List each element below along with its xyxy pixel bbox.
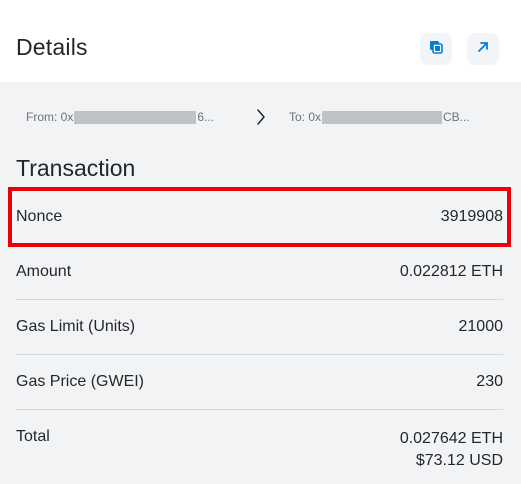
- details-body: From: 0x 6... To: 0x CB... Transaction N…: [0, 82, 521, 484]
- arrow-up-right-icon: [476, 40, 490, 59]
- total-label: Total: [16, 428, 50, 445]
- from-suffix: 6...: [197, 110, 215, 124]
- from-prefix: From: 0x: [26, 110, 74, 124]
- to-suffix: CB...: [443, 110, 470, 124]
- total-fiat-value: $73.12 USD: [415, 452, 503, 469]
- to-address[interactable]: To: 0x CB...: [289, 109, 470, 125]
- gas-price-label: Gas Price (GWEI): [16, 373, 145, 390]
- gas-price-value: 230: [476, 373, 503, 390]
- copy-icon: [429, 40, 443, 59]
- total-values: 0.027642 ETH $73.12 USD: [400, 428, 503, 472]
- redacted-address: [74, 110, 197, 124]
- amount-value: 0.022812 ETH: [399, 263, 503, 280]
- details-header: Details: [0, 0, 521, 82]
- nonce-highlight-box: [8, 187, 511, 247]
- amount-row: Amount 0.022812 ETH: [16, 245, 503, 299]
- total-eth-value: 0.027642 ETH: [399, 430, 503, 447]
- chevron-right-icon: [256, 108, 266, 131]
- to-prefix: To: 0x: [289, 110, 322, 124]
- gas-limit-label: Gas Limit (Units): [16, 318, 136, 335]
- redacted-address: [322, 110, 443, 124]
- gas-limit-row: Gas Limit (Units) 21000: [16, 300, 503, 354]
- transaction-section-title: Transaction: [16, 155, 136, 181]
- total-row: Total 0.027642 ETH $73.12 USD: [16, 410, 503, 469]
- view-on-explorer-button[interactable]: [467, 33, 499, 65]
- gas-price-row: Gas Price (GWEI) 230: [16, 355, 503, 409]
- details-title: Details: [16, 34, 88, 60]
- gas-limit-value: 21000: [458, 318, 504, 335]
- copy-button[interactable]: [420, 33, 452, 65]
- from-address[interactable]: From: 0x 6...: [26, 109, 214, 125]
- amount-label: Amount: [16, 263, 72, 280]
- transaction-details-panel: Details From: 0x 6... To: 0x CB... Trans…: [0, 0, 521, 484]
